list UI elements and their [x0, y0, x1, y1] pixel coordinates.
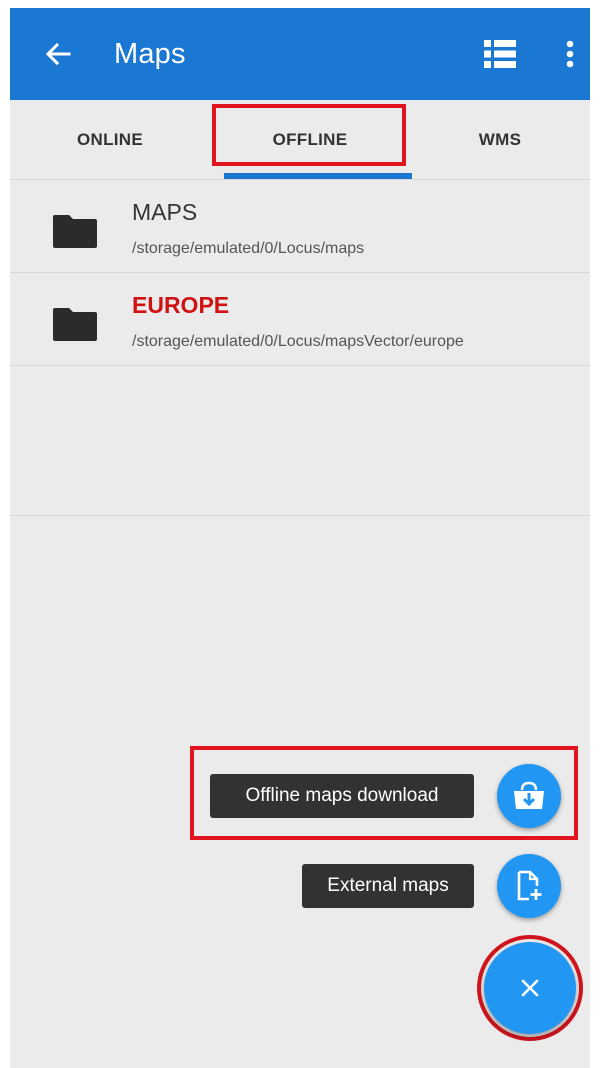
tab-bar: ONLINE OFFLINE WMS — [10, 100, 590, 180]
folder-item-maps[interactable]: MAPS /storage/emulated/0/Locus/maps — [10, 181, 590, 273]
list-view-button[interactable] — [480, 36, 520, 72]
back-button[interactable] — [38, 34, 78, 74]
page-title: Maps — [114, 38, 186, 70]
folder-item-europe[interactable]: EUROPE /storage/emulated/0/Locus/mapsVec… — [10, 274, 590, 366]
tab-wms[interactable]: WMS — [410, 100, 590, 180]
more-vert-icon — [566, 40, 574, 68]
folder-icon — [53, 215, 97, 248]
more-options-button[interactable] — [558, 34, 582, 74]
folder-name: EUROPE — [132, 292, 230, 318]
list-divider — [10, 515, 590, 516]
highlight-box-offline-tab — [212, 104, 406, 166]
offline-maps-download-button[interactable] — [497, 764, 561, 828]
external-maps-label[interactable]: External maps — [302, 864, 474, 908]
arrow-left-icon — [45, 42, 71, 66]
store-download-icon — [514, 781, 544, 809]
folder-name: MAPS — [132, 199, 198, 225]
app-bar: Maps — [10, 8, 590, 100]
selected-tab-indicator — [224, 173, 412, 179]
folder-icon — [53, 308, 97, 341]
file-add-icon — [517, 870, 542, 901]
folder-path: /storage/emulated/0/Locus/maps — [132, 240, 365, 257]
offline-maps-download-label[interactable]: Offline maps download — [210, 774, 474, 818]
list-view-icon — [484, 40, 516, 68]
folder-path: /storage/emulated/0/Locus/mapsVector/eur… — [132, 333, 464, 350]
tab-online[interactable]: ONLINE — [10, 100, 210, 180]
close-menu-fab[interactable] — [484, 942, 576, 1034]
screen: Maps ONLINE OFFLINE WMS MAPS /storage/em… — [10, 8, 590, 1068]
close-icon — [521, 979, 539, 997]
external-maps-button[interactable] — [497, 854, 561, 918]
